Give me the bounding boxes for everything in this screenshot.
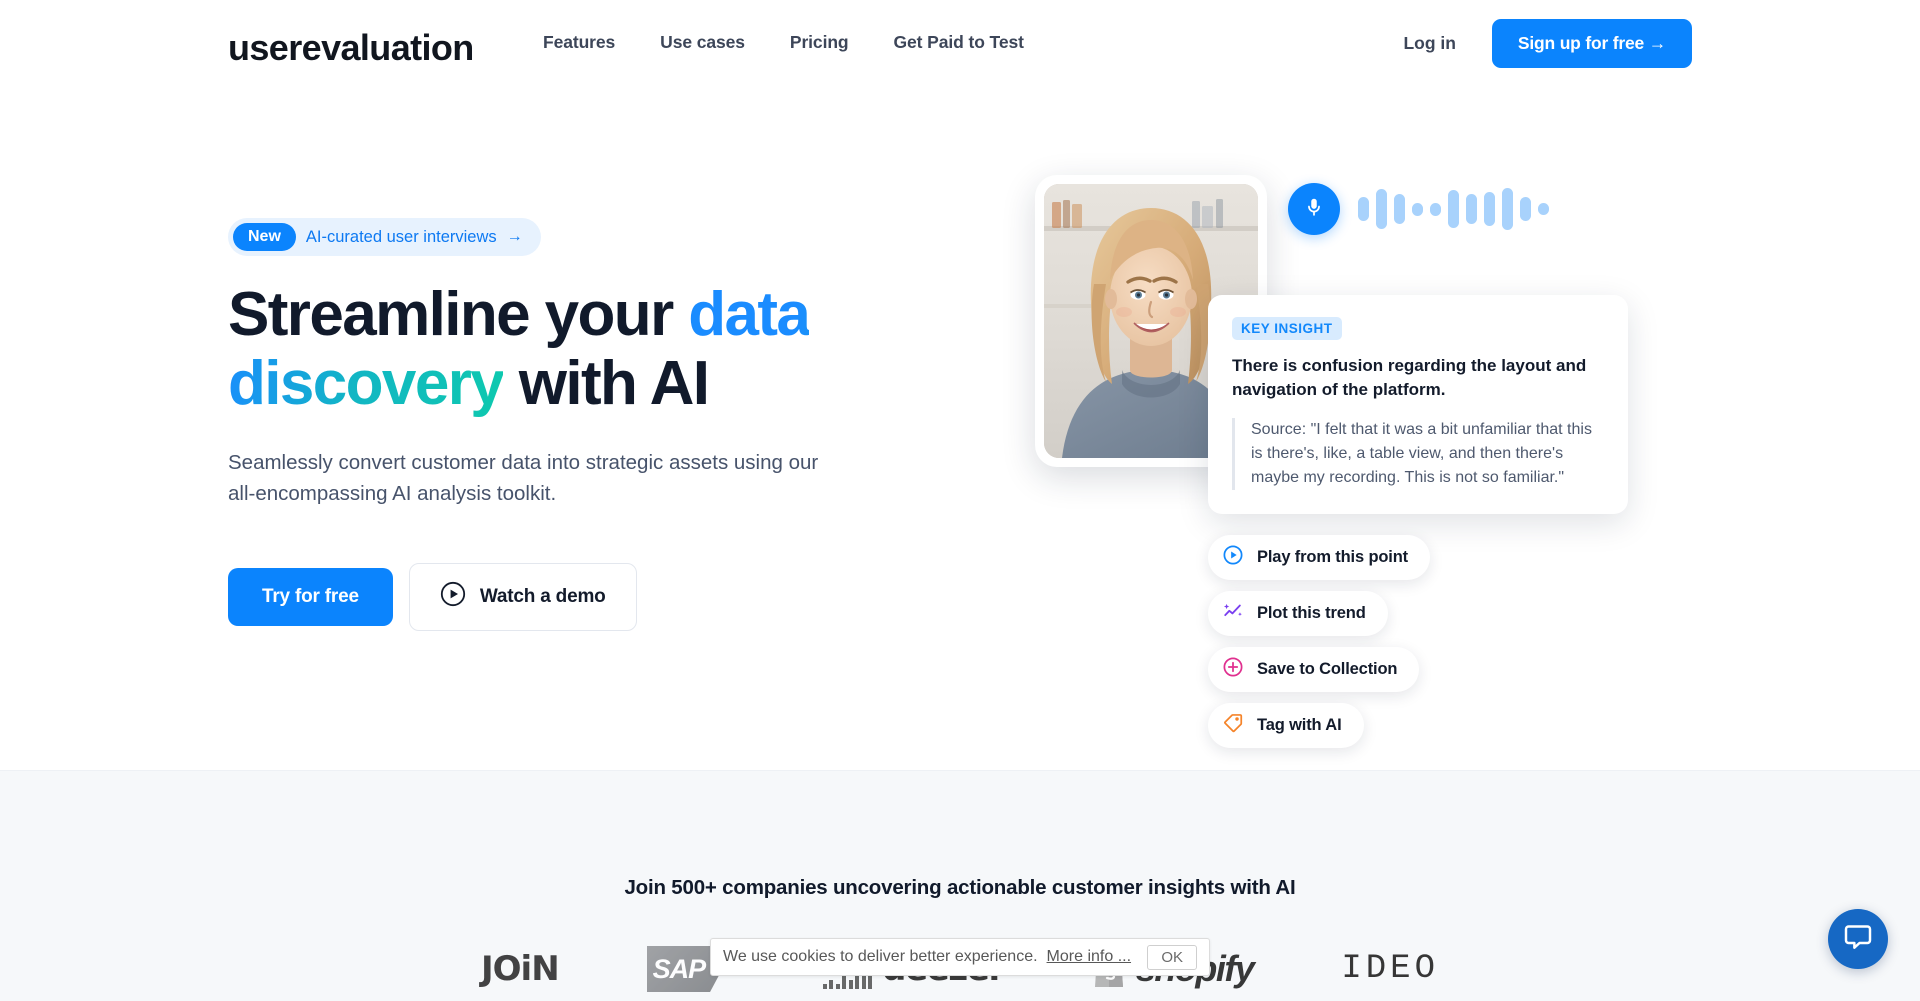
pill-label: Play from this point (1257, 548, 1409, 566)
hero-cta-row: Try for free Watch a demo (228, 563, 948, 632)
hero-visual: KEY INSIGHT There is confusion regarding… (1020, 160, 1740, 748)
login-link[interactable]: Log in (1403, 33, 1455, 54)
key-insight-badge: KEY INSIGHT (1232, 317, 1342, 340)
logo-ideo: IDEO (1341, 950, 1439, 988)
insight-action-list: Play from this point Plot this trend Sav… (1208, 535, 1431, 748)
audio-recorder-row (1288, 183, 1549, 235)
waveform-bar (1394, 194, 1405, 224)
page-title: Streamline your data discovery with AI (228, 280, 868, 419)
cookie-more-info-link[interactable]: More info ... (1047, 948, 1131, 966)
plus-circle-icon (1222, 656, 1244, 683)
waveform-bar (1484, 192, 1495, 226)
badge-new-pill: New (233, 223, 296, 251)
waveform-bar (1502, 188, 1513, 230)
main-navigation: Features Use cases Pricing Get Paid to T… (543, 32, 1024, 53)
watch-demo-label: Watch a demo (479, 586, 606, 608)
play-from-this-point-button[interactable]: Play from this point (1208, 535, 1431, 580)
arrow-right-icon: → (506, 228, 523, 245)
pill-label: Save to Collection (1257, 660, 1398, 678)
audio-waveform (1358, 186, 1549, 232)
cookie-consent-banner: We use cookies to deliver better experie… (710, 938, 1210, 976)
social-proof-title: Join 500+ companies uncovering actionabl… (624, 876, 1296, 899)
microphone-icon (1303, 196, 1325, 223)
tag-with-ai-button[interactable]: Tag with AI (1208, 703, 1364, 748)
waveform-bar (1430, 202, 1441, 216)
brand-logo[interactable]: userevaluation (228, 27, 474, 69)
headline-part-2: with AI (503, 349, 710, 419)
chat-bubble-icon (1843, 922, 1873, 957)
pill-label: Tag with AI (1257, 716, 1342, 734)
pill-label: Plot this trend (1257, 604, 1366, 622)
chat-widget-button[interactable] (1828, 909, 1888, 969)
nav-item-get-paid-to-test[interactable]: Get Paid to Test (894, 32, 1024, 53)
watch-demo-button[interactable]: Watch a demo (408, 563, 637, 632)
waveform-bar (1538, 203, 1549, 215)
waveform-bar (1376, 189, 1387, 229)
insight-source-quote: Source: "I felt that it was a bit unfami… (1232, 418, 1604, 491)
tag-icon (1222, 712, 1244, 739)
save-to-collection-button[interactable]: Save to Collection (1208, 647, 1420, 692)
site-header: userevaluation Features Use cases Pricin… (0, 0, 1920, 92)
key-insight-card: KEY INSIGHT There is confusion regarding… (1208, 295, 1628, 515)
play-circle-icon (1222, 544, 1244, 571)
header-actions: Log in Sign up for free → (1403, 19, 1692, 68)
nav-item-pricing[interactable]: Pricing (790, 32, 849, 53)
waveform-bar (1358, 197, 1369, 221)
signup-button[interactable]: Sign up for free → (1491, 19, 1692, 68)
waveform-bar (1466, 194, 1477, 224)
badge-label: AI-curated user interviews (305, 227, 497, 246)
waveform-bar (1412, 202, 1423, 216)
hero-subheading: Seamlessly convert customer data into st… (228, 450, 819, 506)
cookie-message: We use cookies to deliver better experie… (723, 948, 1038, 965)
hero-content: New AI-curated user interviews → Streaml… (228, 218, 948, 632)
insight-title: There is confusion regarding the layout … (1232, 356, 1587, 400)
headline-part-1: Streamline your (228, 280, 689, 349)
announcement-badge[interactable]: New AI-curated user interviews → (228, 218, 541, 256)
nav-item-features[interactable]: Features (543, 32, 615, 53)
plot-this-trend-button[interactable]: Plot this trend (1208, 591, 1388, 636)
waveform-bar (1520, 197, 1531, 221)
try-for-free-button[interactable]: Try for free (228, 568, 393, 627)
sparkle-trend-icon (1222, 600, 1244, 627)
nav-item-use-cases[interactable]: Use cases (660, 32, 745, 53)
waveform-bar (1448, 190, 1459, 228)
microphone-button[interactable] (1288, 183, 1340, 235)
cookie-ok-button[interactable]: OK (1147, 944, 1197, 970)
logo-join: JOiN (481, 949, 560, 989)
play-circle-icon (440, 581, 466, 613)
landing-page: userevaluation Features Use cases Pricin… (0, 0, 1920, 1001)
